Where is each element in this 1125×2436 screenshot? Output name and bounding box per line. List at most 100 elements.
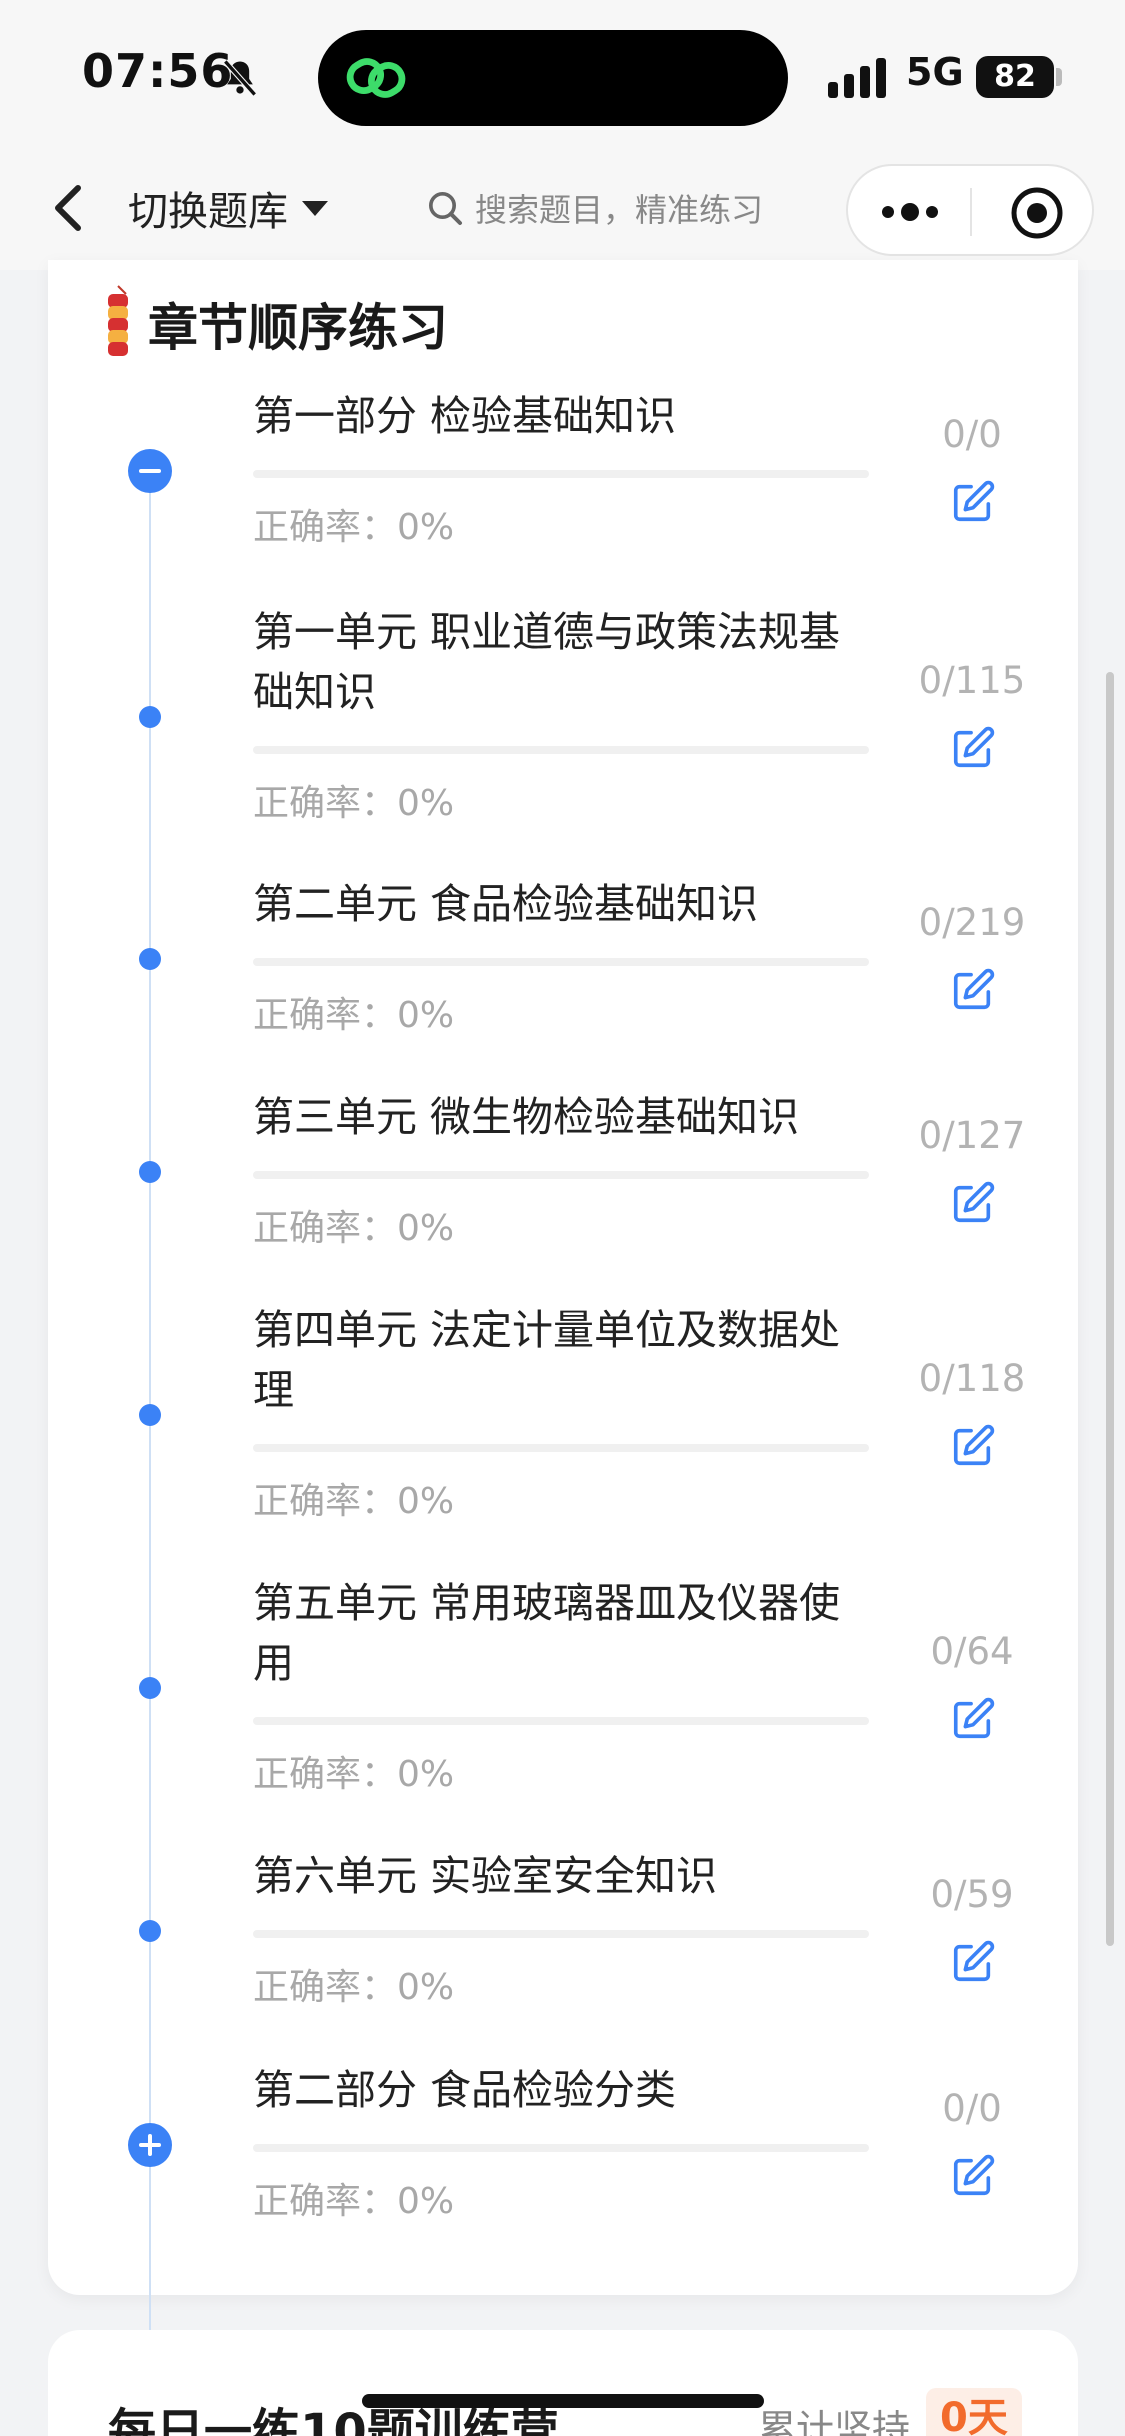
timeline-dot [139,1161,161,1183]
chapter-count: 0/118 [918,1357,1026,1400]
battery-tip [1056,68,1062,86]
card-header: 章节顺序练习 [98,284,448,364]
switch-bank-label: 切换题库 [128,189,288,235]
chapter-item[interactable]: 第三单元 微生物检验基础知识正确率：0% 0/127 [48,1087,1078,1267]
chapter-count: 0/115 [918,659,1026,702]
miniprogram-capsule [846,164,1094,256]
dynamic-island [318,30,788,126]
chapter-progress-bar [253,1930,869,1938]
accuracy-label: 正确率： [253,2181,398,2222]
timeline-dot [139,948,161,970]
link-icon [346,58,406,98]
edit-practice-icon[interactable] [950,2153,996,2199]
collapse-icon[interactable] [128,449,172,493]
search-bar[interactable]: 搜索题目，精准练习 [405,170,805,246]
chapter-item[interactable]: 第五单元 常用玻璃器皿及仪器使用正确率：0% 0/64 [48,1573,1078,1813]
chapter-progress-bar [253,958,869,966]
chapter-count: 0/219 [918,901,1026,944]
chapter-item[interactable]: 第二单元 食品检验基础知识正确率：0% 0/219 [48,874,1078,1054]
edit-practice-icon[interactable] [950,479,996,525]
chapter-count: 0/0 [942,2087,1002,2130]
chapter-accuracy: 正确率：0% [253,2172,454,2224]
chapter-progress-bar [253,1717,869,1725]
timeline-dot [139,1920,161,1942]
chapter-title: 第六单元 实验室安全知识 [253,1852,718,1900]
accuracy-label: 正确率： [253,995,398,1036]
caret-down-icon [302,201,328,216]
chapter-item[interactable]: 第二部分 食品检验分类正确率：0% 0/0 [48,2060,1078,2240]
capsule-divider [970,188,972,236]
bell-muted-icon [223,59,257,97]
timeline-dot [139,706,161,728]
edit-practice-icon[interactable] [950,1180,996,1226]
streak-label: 累计坚持 [758,2407,911,2436]
accuracy-value: 0% [397,783,455,824]
accuracy-value: 0% [397,1754,455,1795]
chapter-accuracy: 正确率：0% [253,1472,454,1524]
chapter-accuracy: 正确率：0% [253,1958,454,2010]
home-indicator [362,2394,764,2408]
battery-icon: 82 [976,56,1054,98]
accuracy-label: 正确率： [253,1754,398,1795]
signal-icon [828,58,886,98]
chapter-title: 第四单元 法定计量单位及数据处理 [253,1306,841,1414]
chapter-count: 0/127 [918,1114,1026,1157]
chapter-accuracy: 正确率：0% [253,774,454,826]
chapter-item[interactable]: 第一部分 检验基础知识正确率：0% 0/0 [48,386,1078,566]
chapter-title: 第二部分 食品检验分类 [253,2066,677,2114]
edit-practice-icon[interactable] [950,1423,996,1469]
search-placeholder: 搜索题目，精准练习 [475,191,764,229]
search-icon [429,192,462,225]
accuracy-value: 0% [397,1481,455,1522]
accuracy-value: 0% [397,2181,455,2222]
chapter-practice-card: 章节顺序练习 第一部分 检验基础知识 正确率：0% 0/0 第一单元 职业道德与政策法… [48,260,1078,2380]
chapter-progress-bar [253,746,869,754]
edit-practice-icon[interactable] [950,967,996,1013]
accuracy-value: 0% [397,1208,455,1249]
expand-icon[interactable] [128,2123,172,2167]
chapter-item[interactable]: 第四单元 法定计量单位及数据处理正确率：0% 0/118 [48,1300,1078,1540]
chapter-accuracy: 正确率：0% [253,1745,454,1797]
timeline-dot [139,1677,161,1699]
chapter-accuracy: 正确率：0% [253,498,454,550]
scrollbar[interactable] [1106,672,1114,1946]
chapter-count: 0/59 [930,1873,1014,1916]
chapter-accuracy: 正确率：0% [253,1199,454,1251]
streak-badge: 0天 [926,2388,1022,2436]
network-type: 5G [906,50,964,94]
timeline-dot [139,1404,161,1426]
back-icon[interactable] [48,180,88,236]
accuracy-label: 正确率： [253,1967,398,2008]
chapter-title: 第三单元 微生物检验基础知识 [253,1093,800,1141]
chapter-title: 第一单元 职业道德与政策法规基础知识 [253,608,841,716]
chapter-item[interactable]: 第六单元 实验室安全知识正确率：0% 0/59 [48,1846,1078,2026]
edit-practice-icon[interactable] [950,725,996,771]
chapter-title: 第一部分 检验基础知识 [253,392,677,440]
accuracy-value: 0% [397,1967,455,2008]
firecracker-icon [108,285,128,356]
accuracy-value: 0% [397,995,455,1036]
chapter-title: 第五单元 常用玻璃器皿及仪器使用 [253,1579,841,1687]
more-icon[interactable] [878,196,942,228]
status-time: 07:56 [82,44,234,98]
edit-practice-icon[interactable] [950,1939,996,1985]
chapter-title: 第二单元 食品检验基础知识 [253,880,759,928]
daily-practice-card[interactable]: 每日一练10题训练营 累计坚持 0天 [48,2330,1078,2436]
accuracy-label: 正确率： [253,1481,398,1522]
edit-practice-icon[interactable] [950,1696,996,1742]
chapter-progress-bar [253,1171,869,1179]
chapter-accuracy: 正确率：0% [253,986,454,1038]
accuracy-label: 正确率： [253,507,398,548]
close-target-icon[interactable] [1010,186,1064,240]
chapter-count: 0/0 [942,413,1002,456]
chapter-progress-bar [253,2144,869,2152]
nav-bar: 切换题库 搜索题目，精准练习 [0,150,1125,270]
switch-bank-button[interactable]: 切换题库 [128,178,330,238]
chapter-item[interactable]: 第一单元 职业道德与政策法规基础知识正确率：0% 0/115 [48,602,1078,842]
accuracy-label: 正确率： [253,1208,398,1249]
accuracy-label: 正确率： [253,783,398,824]
chapter-progress-bar [253,470,869,478]
chapter-count: 0/64 [930,1630,1014,1673]
section-title: 章节顺序练习 [148,299,448,357]
accuracy-value: 0% [397,507,455,548]
